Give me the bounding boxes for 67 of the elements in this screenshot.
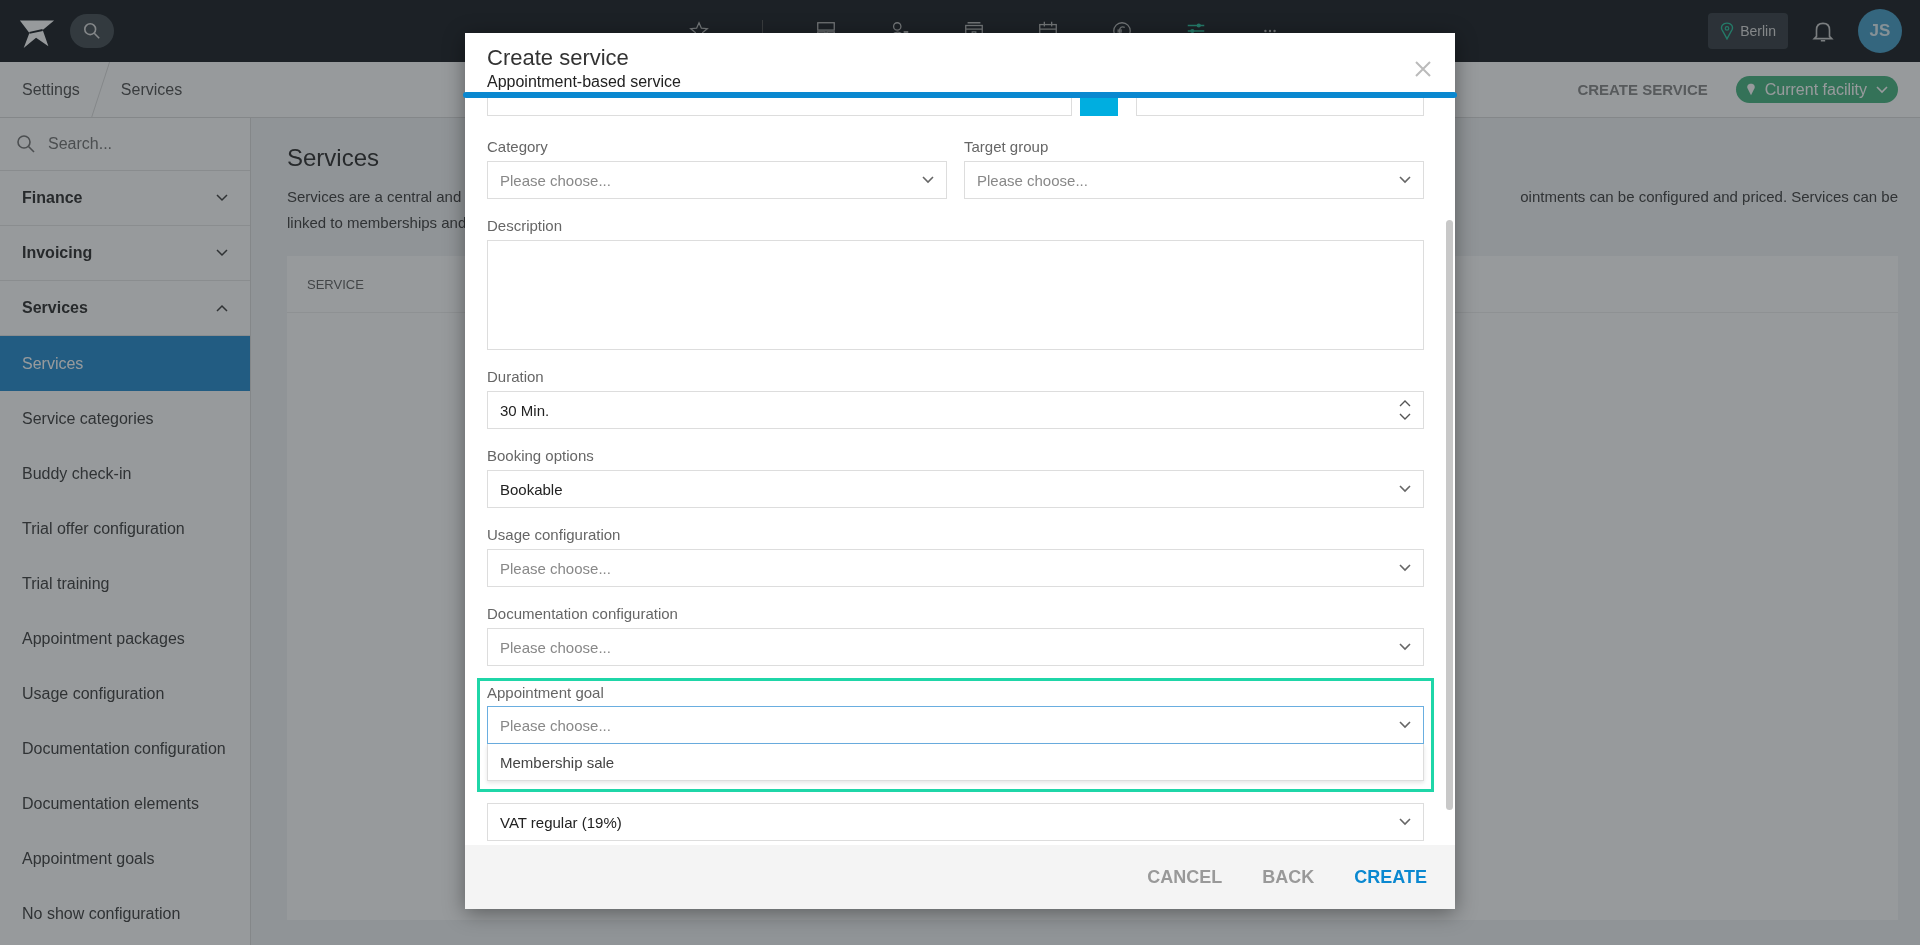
sidebar-item[interactable]: Services xyxy=(0,336,250,391)
field-label: Description xyxy=(487,215,564,236)
map-pin-icon xyxy=(1720,22,1735,40)
sidebar-group[interactable]: Finance xyxy=(0,171,250,226)
chevron-down-icon xyxy=(216,249,228,257)
search-field[interactable]: Search... xyxy=(46,134,230,154)
chevron-down-icon xyxy=(1399,818,1411,826)
sidebar-item[interactable]: Appointment packages xyxy=(0,611,250,666)
description-text: Services are a central and xyxy=(287,187,463,207)
select-field[interactable]: Please choose... xyxy=(487,706,1424,744)
description-text: linked to memberships and xyxy=(287,213,467,233)
search-button[interactable] xyxy=(70,14,114,48)
field-label: Duration xyxy=(487,366,545,387)
sidebar-item[interactable]: No show configuration xyxy=(0,886,250,941)
sidebar-item[interactable]: Buddy check-in xyxy=(0,446,250,501)
input-field[interactable] xyxy=(487,98,1072,116)
map-pin-icon xyxy=(1745,83,1756,96)
field-label: Documentation configuration xyxy=(487,603,679,624)
field-label: Booking options xyxy=(487,445,595,466)
sidebar-item[interactable]: Appointment goals xyxy=(0,831,250,886)
select-field[interactable]: Please choose... xyxy=(964,161,1424,199)
stepper-icon[interactable] xyxy=(1399,398,1411,422)
select-field[interactable]: Please choose... xyxy=(487,628,1424,666)
scrollbar-thumb[interactable] xyxy=(1446,220,1453,810)
description-field[interactable] xyxy=(487,240,1424,350)
input-field[interactable] xyxy=(1136,98,1424,116)
sidebar-item[interactable]: Trial offer configuration xyxy=(0,501,250,556)
select-field[interactable]: VAT regular (19%) xyxy=(487,803,1424,841)
search-icon xyxy=(83,22,101,40)
color-swatch[interactable] xyxy=(1080,98,1118,116)
location-button[interactable]: Berlin xyxy=(1708,13,1788,49)
sidebar-item[interactable]: Trial training xyxy=(0,556,250,611)
dialog-subtitle: Appointment-based service xyxy=(487,73,681,91)
dialog-button[interactable]: BACK xyxy=(1244,858,1333,896)
dialog-button[interactable]: CANCEL xyxy=(1129,858,1241,896)
field-label: Appointment goal xyxy=(487,682,605,703)
sidebar-item[interactable]: Service categories xyxy=(0,391,250,446)
number-field[interactable]: 30 Min. xyxy=(487,391,1424,429)
dialog-title: Create service xyxy=(487,45,630,71)
chevron-down-icon xyxy=(1399,564,1411,572)
select-field[interactable]: Bookable xyxy=(487,470,1424,508)
sidebar-item[interactable]: Usage configuration xyxy=(0,666,250,721)
search-icon xyxy=(16,134,36,154)
breadcrumb-link[interactable]: Services xyxy=(120,80,183,99)
chevron-down-icon xyxy=(1399,176,1411,184)
field-label: Category xyxy=(487,136,549,157)
page-title: Services xyxy=(287,144,380,172)
chevron-down-icon xyxy=(216,194,228,202)
chevron-down-icon xyxy=(922,176,934,184)
chevron-down-icon xyxy=(1399,721,1411,729)
create-service-button[interactable]: CREATE SERVICE xyxy=(1571,80,1714,99)
chevron-down-icon xyxy=(1876,85,1888,94)
create-button[interactable]: CREATE xyxy=(1336,858,1445,896)
sidebar-group[interactable]: Invoicing xyxy=(0,226,250,281)
field-label: Usage configuration xyxy=(487,524,622,545)
chevron-down-icon xyxy=(1399,643,1411,651)
dropdown-option[interactable]: Membership sale xyxy=(488,744,1423,780)
description-text: ointments can be configured and priced. Services can be xyxy=(1520,187,1898,207)
breadcrumb-link[interactable]: Settings xyxy=(22,80,80,99)
field-label: Target group xyxy=(964,136,1050,157)
sidebar-item[interactable]: Documentation configuration xyxy=(0,721,250,776)
select-field[interactable]: Please choose... xyxy=(487,161,947,199)
select-field[interactable]: Please choose... xyxy=(487,549,1424,587)
column-header: SERVICE xyxy=(307,276,364,292)
sidebar-item[interactable]: Documentation elements xyxy=(0,776,250,831)
chevron-down-icon xyxy=(1399,485,1411,493)
chevron-up-icon xyxy=(216,304,228,312)
